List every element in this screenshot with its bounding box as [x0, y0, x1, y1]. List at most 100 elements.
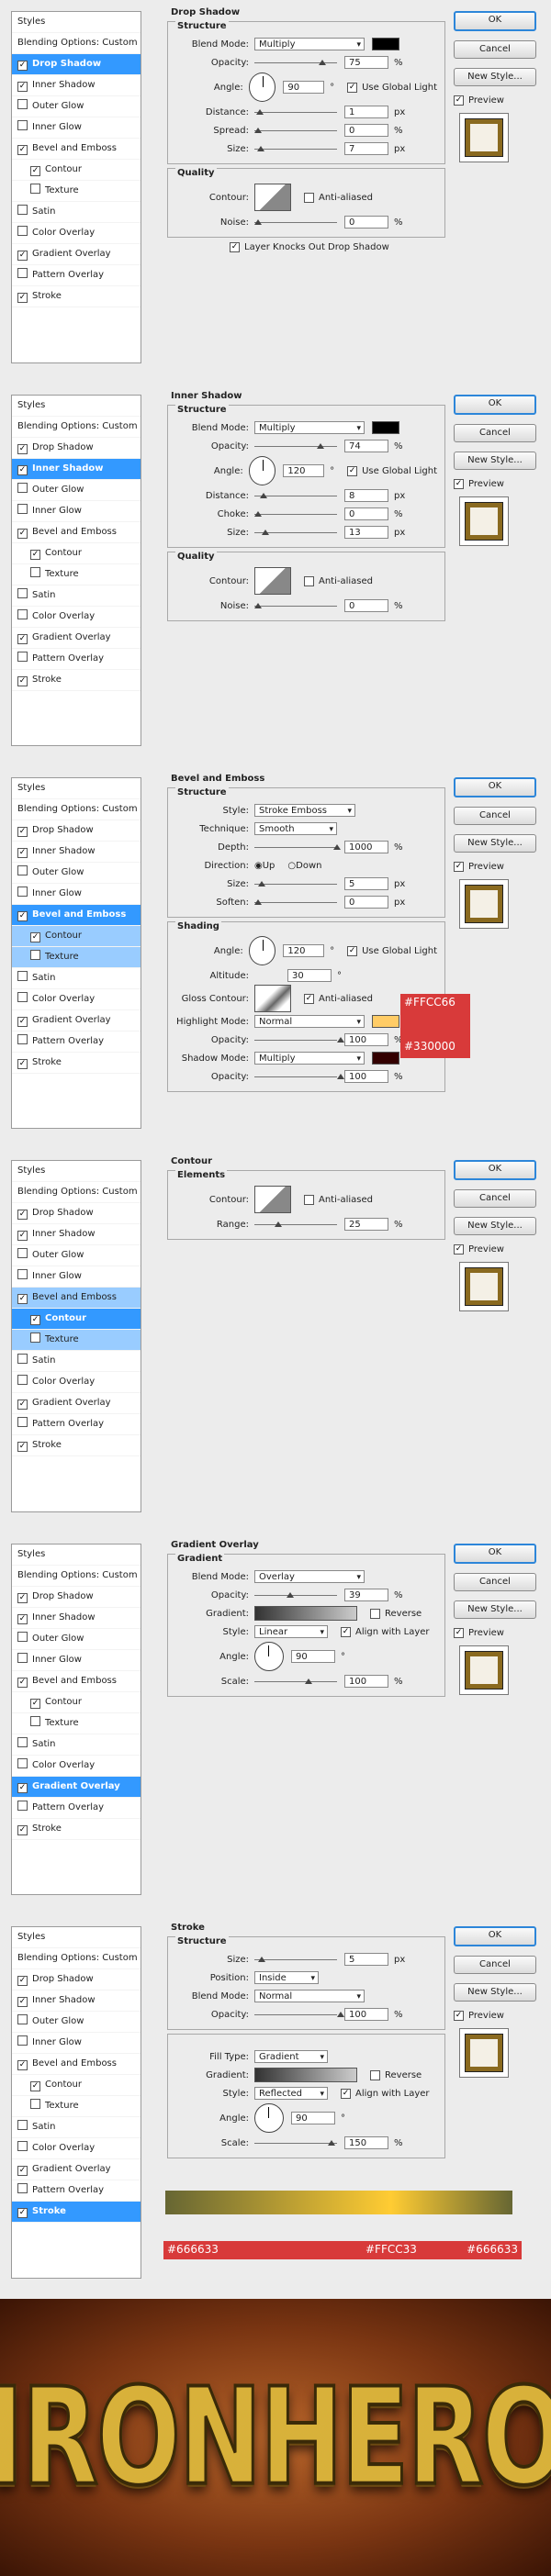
blending-options-item[interactable]: Blending Options: Custom — [12, 1182, 141, 1203]
ok-button[interactable]: OK — [454, 395, 536, 415]
gradient-style-select[interactable]: Linear — [254, 1625, 328, 1639]
style-item-drop-shadow[interactable]: Drop Shadow — [12, 820, 141, 842]
style-checkbox[interactable] — [17, 1976, 28, 1986]
style-checkbox[interactable] — [30, 567, 40, 577]
angle-dial[interactable] — [248, 456, 276, 485]
style-checkbox[interactable] — [30, 184, 40, 194]
slider-knob[interactable] — [258, 880, 265, 887]
slider-knob[interactable] — [254, 898, 262, 905]
value-input[interactable]: 75 — [344, 56, 388, 69]
style-checkbox[interactable] — [17, 2166, 28, 2176]
value-input[interactable]: 13 — [344, 526, 388, 539]
angle-dial[interactable] — [254, 1642, 284, 1671]
gradient-bar[interactable] — [165, 2191, 512, 2214]
style-checkbox[interactable] — [17, 1017, 28, 1027]
style-checkbox[interactable] — [17, 676, 28, 686]
blending-options-item[interactable]: Blending Options: Custom — [12, 1566, 141, 1587]
style-checkbox[interactable] — [17, 99, 28, 109]
new-style-button[interactable]: New Style... — [454, 452, 536, 470]
style-checkbox[interactable] — [17, 1758, 28, 1768]
value-input[interactable]: 5 — [344, 877, 388, 890]
style-item-outer-glow[interactable]: Outer Glow — [12, 1629, 141, 1650]
style-item-gradient-overlay[interactable]: Gradient Overlay — [12, 1777, 141, 1798]
style-item-color-overlay[interactable]: Color Overlay — [12, 1756, 141, 1777]
reverse-checkbox[interactable] — [370, 2069, 380, 2080]
style-item-texture[interactable]: Texture — [12, 947, 141, 968]
style-checkbox[interactable] — [17, 145, 28, 155]
style-item-contour[interactable]: Contour — [12, 1692, 141, 1713]
contour-picker[interactable] — [254, 1186, 291, 1213]
value-slider[interactable] — [254, 2011, 344, 2017]
value-input[interactable]: 74 — [344, 440, 388, 452]
knocks-out-checkbox[interactable] — [230, 241, 240, 252]
style-item-inner-glow[interactable]: Inner Glow — [12, 2033, 141, 2054]
use-global-light-checkbox[interactable] — [347, 945, 358, 956]
fill-type-select[interactable]: Gradient — [254, 2050, 328, 2064]
gloss-contour-picker[interactable] — [254, 985, 291, 1012]
style-item-pattern-overlay[interactable]: Pattern Overlay — [12, 2180, 141, 2202]
slider-knob[interactable] — [337, 1036, 344, 1043]
style-checkbox[interactable] — [17, 1653, 28, 1663]
style-checkbox[interactable] — [17, 609, 28, 619]
value-input[interactable]: 39 — [344, 1589, 388, 1601]
style-item-inner-glow[interactable]: Inner Glow — [12, 117, 141, 139]
style-checkbox[interactable] — [17, 1294, 28, 1304]
style-checkbox[interactable] — [17, 1678, 28, 1688]
value-input[interactable]: 0 — [344, 124, 388, 137]
style-item-inner-glow[interactable]: Inner Glow — [12, 884, 141, 905]
style-item-inner-shadow[interactable]: Inner Shadow — [12, 1608, 141, 1629]
style-item-satin[interactable]: Satin — [12, 1734, 141, 1756]
style-checkbox[interactable] — [17, 251, 28, 261]
style-checkbox[interactable] — [17, 971, 28, 981]
style-item-outer-glow[interactable]: Outer Glow — [12, 2012, 141, 2033]
anti-aliased-checkbox[interactable] — [304, 1194, 314, 1205]
new-style-button[interactable]: New Style... — [454, 68, 536, 86]
value-slider[interactable] — [254, 1956, 337, 1962]
style-checkbox[interactable] — [17, 465, 28, 475]
style-checkbox[interactable] — [17, 1034, 28, 1044]
value-slider[interactable] — [254, 127, 337, 133]
style-checkbox[interactable] — [17, 2060, 28, 2070]
style-checkbox[interactable] — [30, 166, 40, 176]
style-checkbox[interactable] — [17, 293, 28, 303]
style-item-drop-shadow[interactable]: Drop Shadow — [12, 54, 141, 75]
value-slider[interactable] — [254, 218, 337, 225]
style-item-texture[interactable]: Texture — [12, 564, 141, 585]
gradient-style-select[interactable]: Reflected — [254, 2087, 328, 2101]
mode-select[interactable]: Normal — [254, 1990, 365, 2003]
angle-input[interactable]: 120 — [283, 464, 325, 477]
style-checkbox[interactable] — [17, 827, 28, 837]
reverse-checkbox[interactable] — [370, 1608, 380, 1619]
style-item-bevel-and-emboss[interactable]: Bevel and Emboss — [12, 522, 141, 543]
style-checkbox[interactable] — [17, 865, 28, 875]
style-item-satin[interactable]: Satin — [12, 968, 141, 989]
style-item-inner-shadow[interactable]: Inner Shadow — [12, 459, 141, 480]
style-checkbox[interactable] — [17, 2208, 28, 2218]
style-checkbox[interactable] — [30, 2099, 40, 2109]
style-item-drop-shadow[interactable]: Drop Shadow — [12, 1203, 141, 1224]
anti-aliased-checkbox[interactable] — [304, 993, 314, 1004]
ok-button[interactable]: OK — [454, 1926, 536, 1946]
style-item-outer-glow[interactable]: Outer Glow — [12, 480, 141, 501]
style-item-outer-glow[interactable]: Outer Glow — [12, 1245, 141, 1266]
style-item-pattern-overlay[interactable]: Pattern Overlay — [12, 1032, 141, 1053]
mode-select[interactable]: Inside — [254, 1971, 319, 1985]
preview-checkbox[interactable] — [454, 1628, 464, 1638]
cancel-button[interactable]: Cancel — [454, 1573, 536, 1591]
value-input[interactable]: 0 — [344, 507, 388, 520]
style-checkbox[interactable] — [17, 483, 28, 493]
style-item-gradient-overlay[interactable]: Gradient Overlay — [12, 244, 141, 265]
style-item-inner-shadow[interactable]: Inner Shadow — [12, 75, 141, 96]
slider-knob[interactable] — [305, 1678, 312, 1684]
style-checkbox[interactable] — [30, 950, 40, 960]
slider-knob[interactable] — [257, 145, 264, 151]
style-item-gradient-overlay[interactable]: Gradient Overlay — [12, 2159, 141, 2180]
style-checkbox[interactable] — [17, 1801, 28, 1811]
style-checkbox[interactable] — [17, 652, 28, 662]
angle-input[interactable]: 120 — [283, 944, 325, 957]
style-item-stroke[interactable]: Stroke — [12, 670, 141, 691]
value-input[interactable]: 0 — [344, 896, 388, 909]
style-checkbox[interactable] — [17, 1737, 28, 1747]
style-checkbox[interactable] — [17, 529, 28, 539]
value-input[interactable]: 150 — [344, 2136, 388, 2149]
